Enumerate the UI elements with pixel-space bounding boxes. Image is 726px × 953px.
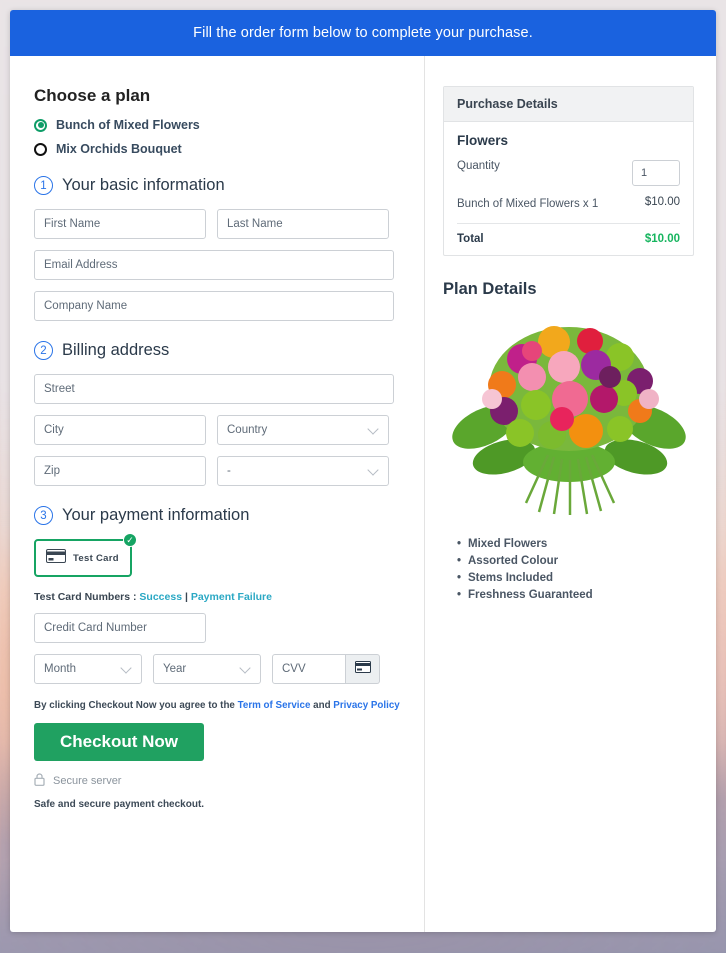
purchase-details-body: Flowers Quantity 1 Bunch of Mixed Flower… [444, 122, 693, 255]
divider [457, 222, 680, 224]
city-country-row: City Country [34, 415, 402, 445]
total-row: Total $10.00 [457, 233, 680, 245]
quantity-row: Quantity 1 [457, 160, 680, 186]
card-number-row: Credit Card Number [34, 613, 402, 643]
link-separator: | [184, 591, 188, 603]
last-name-input[interactable]: Last Name [217, 209, 389, 239]
terms-prefix: By clicking Checkout Now you agree to th… [34, 700, 235, 711]
quantity-input[interactable]: 1 [632, 160, 680, 186]
secure-server-label: Secure server [53, 775, 122, 787]
feature-item: Assorted Colour [457, 555, 694, 567]
street-input[interactable]: Street [34, 374, 394, 404]
credit-card-icon [46, 548, 66, 568]
test-card-label: Test Card [73, 552, 119, 564]
form-column: Choose a plan Bunch of Mixed Flowers Mix… [10, 56, 425, 932]
success-test-card-link[interactable]: Success [139, 591, 182, 603]
credit-card-icon [354, 660, 371, 678]
step-number-badge: 2 [34, 341, 53, 360]
privacy-policy-link[interactable]: Privacy Policy [333, 700, 399, 711]
banner: Fill the order form below to complete yo… [10, 10, 716, 56]
name-field-row: First Name Last Name [34, 209, 402, 239]
city-input[interactable]: City [34, 415, 206, 445]
line-item-price: $10.00 [644, 196, 680, 208]
terms-notice: By clicking Checkout Now you agree to th… [34, 700, 402, 711]
email-field-row: Email Address [34, 250, 402, 280]
choose-plan-heading: Choose a plan [34, 86, 151, 105]
step-label: Your payment information [62, 506, 250, 524]
step-billing-address: 2 Billing address [34, 341, 402, 360]
zip-state-row: Zip - [34, 456, 402, 486]
expiry-year-select[interactable]: Year [153, 654, 261, 684]
terms-and: and [313, 700, 331, 711]
expiry-month-select[interactable]: Month [34, 654, 142, 684]
cvv-group: CVV [272, 654, 380, 684]
purchase-details-panel: Purchase Details Flowers Quantity 1 Bunc… [443, 86, 694, 256]
credit-card-number-input[interactable]: Credit Card Number [34, 613, 206, 643]
test-card-numbers-line: Test Card Numbers : Success | Payment Fa… [34, 591, 402, 603]
feature-item: Mixed Flowers [457, 538, 694, 550]
zip-input[interactable]: Zip [34, 456, 206, 486]
safe-checkout-note: Safe and secure payment checkout. [34, 799, 205, 810]
cvv-help-button[interactable] [346, 654, 380, 684]
summary-column: Purchase Details Flowers Quantity 1 Bunc… [425, 56, 716, 932]
first-name-input[interactable]: First Name [34, 209, 206, 239]
plan-option-label: Bunch of Mixed Flowers [56, 118, 200, 132]
total-amount: $10.00 [644, 232, 680, 245]
payment-failure-test-card-link[interactable]: Payment Failure [191, 591, 272, 603]
feature-item: Stems Included [457, 572, 694, 584]
lock-icon [34, 773, 45, 789]
step-payment-information: 3 Your payment information [34, 506, 402, 525]
step-number-badge: 3 [34, 506, 53, 525]
plan-option-mix-orchids-bouquet[interactable]: Mix Orchids Bouquet [34, 142, 402, 156]
country-select[interactable]: Country [217, 415, 389, 445]
street-field-row: Street [34, 374, 402, 404]
step-label: Your basic information [62, 176, 225, 194]
feature-item: Freshness Guaranteed [457, 589, 694, 601]
quantity-label: Quantity [457, 160, 500, 172]
line-item-row: Bunch of Mixed Flowers x 1 $10.00 [457, 196, 680, 213]
test-card-numbers-prefix: Test Card Numbers : [34, 591, 137, 603]
radio-icon-unselected[interactable] [34, 142, 47, 156]
body-split: Choose a plan Bunch of Mixed Flowers Mix… [10, 56, 716, 932]
expiry-cvv-row: Month Year CVV [34, 654, 402, 684]
checkout-card: Fill the order form below to complete yo… [10, 10, 716, 932]
plan-option-bunch-of-mixed-flowers[interactable]: Bunch of Mixed Flowers [34, 118, 402, 132]
mixed-flower-bouquet-image [444, 307, 694, 522]
plan-features-list: Mixed Flowers Assorted Colour Stems Incl… [457, 538, 694, 601]
state-select[interactable]: - [217, 456, 389, 486]
plan-option-label: Mix Orchids Bouquet [56, 142, 182, 156]
purchase-details-title: Purchase Details [444, 87, 693, 122]
company-field-row: Company Name [34, 291, 402, 321]
cvv-input[interactable]: CVV [272, 654, 346, 684]
product-group-label: Flowers [457, 133, 509, 148]
step-basic-information: 1 Your basic information [34, 176, 402, 195]
banner-message: Fill the order form below to complete yo… [193, 25, 533, 41]
step-label: Billing address [62, 341, 170, 359]
step-number-badge: 1 [34, 176, 53, 195]
plan-details-title: Plan Details [443, 279, 537, 298]
checkout-now-button[interactable]: Checkout Now [34, 723, 204, 761]
company-name-input[interactable]: Company Name [34, 291, 394, 321]
radio-icon-selected[interactable] [34, 118, 47, 132]
line-item-name: Bunch of Mixed Flowers x 1 [457, 198, 599, 210]
test-card-method-option[interactable]: Test Card ✓ [34, 533, 137, 577]
term-of-service-link[interactable]: Term of Service [238, 700, 311, 711]
email-input[interactable]: Email Address [34, 250, 394, 280]
secure-server-notice: Secure server [34, 773, 402, 789]
total-label: Total [457, 232, 484, 245]
check-circle-icon: ✓ [123, 533, 137, 547]
